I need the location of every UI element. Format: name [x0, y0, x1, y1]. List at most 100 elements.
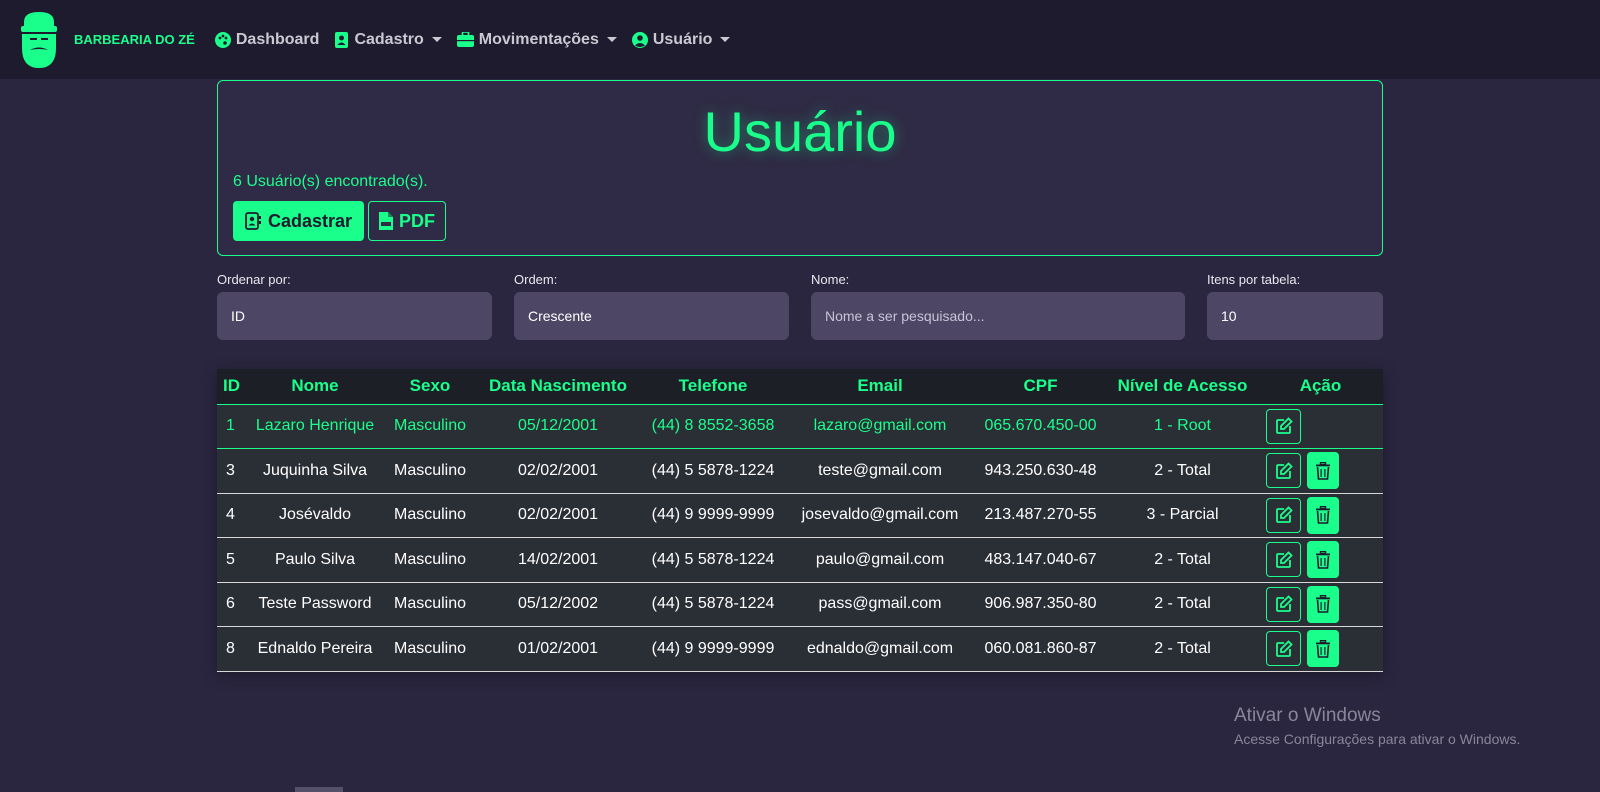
- cell-nivel: 2 - Total: [1107, 448, 1258, 494]
- cell-nascimento: 14/02/2001: [476, 537, 640, 583]
- col-nivel[interactable]: Nível de Acesso: [1107, 369, 1258, 405]
- horizontal-scrollbar-thumb[interactable]: [295, 787, 343, 792]
- cell-email: ednaldo@gmail.com: [786, 626, 974, 672]
- ordenar-label: Ordenar por:: [217, 272, 291, 287]
- user-circle-icon: [631, 31, 648, 48]
- cell-email: lazaro@gmail.com: [786, 404, 974, 449]
- cell-nivel: 2 - Total: [1107, 537, 1258, 583]
- cell-acao: [1258, 448, 1383, 494]
- cell-nome: Josévaldo: [246, 493, 384, 538]
- cell-email: paulo@gmail.com: [786, 537, 974, 583]
- col-telefone[interactable]: Telefone: [640, 369, 786, 405]
- cell-telefone: (44) 9 9999-9999: [640, 626, 786, 672]
- edit-button[interactable]: [1266, 631, 1301, 667]
- edit-button[interactable]: [1266, 497, 1301, 533]
- cell-nivel: 2 - Total: [1107, 582, 1258, 627]
- nav-cadastro[interactable]: Cadastro: [334, 31, 442, 49]
- cell-telefone: (44) 5 5878-1224: [640, 537, 786, 583]
- cell-acao: [1258, 626, 1383, 672]
- edit-icon: [1275, 461, 1293, 479]
- users-table: ID Nome Sexo Data Nascimento Telefone Em…: [217, 369, 1383, 672]
- edit-icon: [1275, 506, 1293, 524]
- cell-cpf: 065.670.450-00: [974, 404, 1107, 449]
- ordem-select[interactable]: Crescente: [514, 292, 789, 340]
- cell-sexo: Masculino: [384, 404, 476, 449]
- chevron-down-icon: [720, 37, 731, 42]
- cell-nivel: 2 - Total: [1107, 626, 1258, 672]
- cell-nome: Ednaldo Pereira: [246, 626, 384, 672]
- results-count: 6 Usuário(s) encontrado(s).: [233, 173, 428, 190]
- table-row: 4 Josévaldo Masculino 02/02/2001 (44) 9 …: [217, 493, 1383, 538]
- col-sexo[interactable]: Sexo: [384, 369, 476, 405]
- cell-nivel: 1 - Root: [1107, 404, 1258, 449]
- brand[interactable]: BARBEARIA DO ZÉ: [18, 11, 215, 68]
- file-pdf-icon: [379, 212, 393, 230]
- delete-button[interactable]: [1307, 452, 1339, 490]
- header-card: Usuário 6 Usuário(s) encontrado(s). Cada…: [217, 80, 1383, 256]
- cell-id: 4: [217, 493, 246, 538]
- cell-telefone: (44) 8 8552-3658: [640, 404, 786, 449]
- bearded-man-logo-icon: [21, 11, 57, 68]
- table-row: 6 Teste Password Masculino 05/12/2002 (4…: [217, 582, 1383, 627]
- page-title: Usuário: [703, 100, 897, 163]
- cell-sexo: Masculino: [384, 493, 476, 538]
- cell-telefone: (44) 5 5878-1224: [640, 448, 786, 494]
- cell-nascimento: 05/12/2001: [476, 404, 640, 449]
- col-nascimento[interactable]: Data Nascimento: [476, 369, 640, 405]
- briefcase-icon: [456, 32, 474, 47]
- address-book-icon: [245, 212, 261, 230]
- delete-button[interactable]: [1307, 541, 1339, 579]
- cell-id: 6: [217, 582, 246, 627]
- edit-button[interactable]: [1266, 408, 1301, 444]
- cell-telefone: (44) 5 5878-1224: [640, 582, 786, 627]
- cell-email: josevaldo@gmail.com: [786, 493, 974, 538]
- col-email[interactable]: Email: [786, 369, 974, 405]
- address-book-icon: [335, 31, 349, 48]
- palette-icon: [214, 31, 231, 48]
- nav-dashboard[interactable]: Dashboard: [214, 31, 319, 49]
- cell-telefone: (44) 9 9999-9999: [640, 493, 786, 538]
- trash-icon: [1316, 506, 1330, 525]
- trash-icon: [1316, 461, 1330, 480]
- table-row: 3 Juquinha Silva Masculino 02/02/2001 (4…: [217, 448, 1383, 494]
- windows-activation-subtitle: Acesse Configurações para ativar o Windo…: [1234, 731, 1521, 747]
- edit-button[interactable]: [1266, 453, 1301, 489]
- edit-button[interactable]: [1266, 586, 1301, 622]
- col-acao: Ação: [1258, 369, 1383, 405]
- chevron-down-icon: [431, 37, 442, 42]
- cell-acao: [1258, 582, 1383, 627]
- nav-usuario-label: Usuário: [652, 30, 713, 48]
- delete-button[interactable]: [1307, 496, 1339, 534]
- itens-select[interactable]: 10: [1207, 292, 1383, 340]
- edit-button[interactable]: [1266, 542, 1301, 578]
- cell-sexo: Masculino: [384, 582, 476, 627]
- cell-sexo: Masculino: [384, 448, 476, 494]
- trash-icon: [1316, 550, 1330, 569]
- cell-cpf: 213.487.270-55: [974, 493, 1107, 538]
- col-id[interactable]: ID: [217, 369, 246, 405]
- col-cpf[interactable]: CPF: [974, 369, 1107, 405]
- itens-label: Itens por tabela:: [1207, 272, 1301, 287]
- cadastrar-button[interactable]: Cadastrar: [233, 201, 364, 241]
- edit-icon: [1275, 550, 1293, 568]
- cell-nome: Paulo Silva: [246, 537, 384, 583]
- ordenar-select[interactable]: ID: [217, 292, 492, 340]
- nav-movimentacoes-label: Movimentações: [478, 30, 599, 48]
- col-nome[interactable]: Nome: [246, 369, 384, 405]
- delete-button[interactable]: [1307, 585, 1339, 623]
- cell-cpf: 060.081.860-87: [974, 626, 1107, 672]
- edit-icon: [1275, 639, 1293, 657]
- nav-usuario[interactable]: Usuário: [631, 30, 731, 49]
- table-header-row: ID Nome Sexo Data Nascimento Telefone Em…: [217, 369, 1383, 405]
- table-row: 1 Lazaro Henrique Masculino 05/12/2001 (…: [217, 404, 1383, 449]
- pdf-button[interactable]: PDF: [368, 201, 446, 241]
- cell-nivel: 3 - Parcial: [1107, 493, 1258, 538]
- cell-nome: Juquinha Silva: [246, 448, 384, 494]
- cell-nome: Lazaro Henrique: [246, 404, 384, 449]
- cell-nascimento: 05/12/2002: [476, 582, 640, 627]
- cell-acao: [1258, 537, 1383, 583]
- nav-movimentacoes[interactable]: Movimentações: [456, 30, 617, 49]
- nome-search-input[interactable]: [811, 292, 1185, 340]
- delete-button[interactable]: [1307, 630, 1339, 668]
- edit-icon: [1275, 417, 1293, 435]
